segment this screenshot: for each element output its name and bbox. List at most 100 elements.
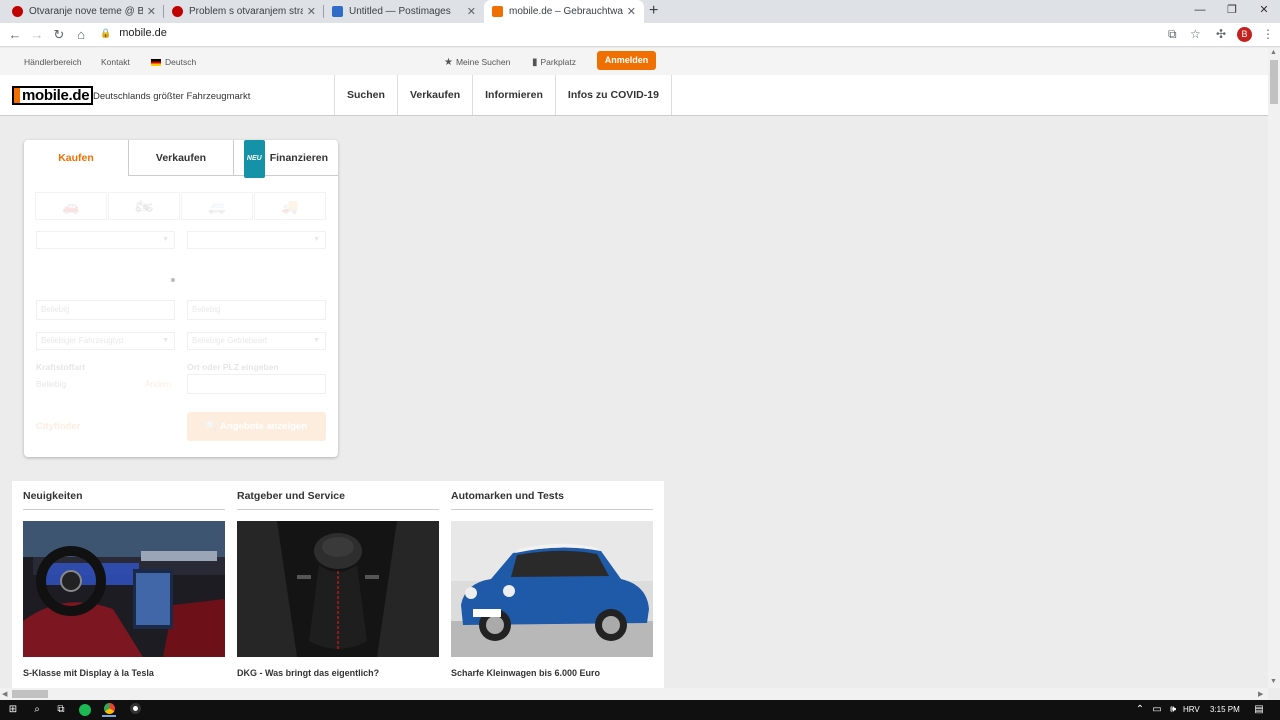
close-icon[interactable]: ✕ xyxy=(147,5,156,18)
mobile-logo[interactable]: mobile.de xyxy=(12,86,94,105)
browser-tab[interactable]: Untitled — Postimages ✕ xyxy=(324,0,484,23)
scroll-down-icon[interactable]: ▼ xyxy=(1270,678,1277,685)
scroll-thumb[interactable] xyxy=(12,690,48,698)
horizontal-scrollbar[interactable]: ◀ ▶ xyxy=(0,688,1268,700)
vertical-scrollbar[interactable]: ▲ ▼ xyxy=(1268,48,1280,688)
star-icon: ★ xyxy=(444,57,453,68)
close-window-icon[interactable]: ✕ xyxy=(1248,0,1280,23)
url-field[interactable]: 🔒 mobile.de xyxy=(100,27,167,39)
forward-arrow-icon[interactable]: → xyxy=(26,27,48,42)
input-language[interactable]: HRV xyxy=(1183,705,1200,714)
window-controls: — ❐ ✕ xyxy=(1184,0,1280,23)
reload-icon[interactable]: ↻ xyxy=(48,27,70,43)
tab-finanzieren[interactable]: NEU Finanzieren xyxy=(233,140,338,178)
news-caption[interactable]: Scharfe Kleinwagen bis 6.000 Euro xyxy=(451,668,600,678)
browser-tab-bar: Otvaranje nove teme @ Bug.hr F ✕ Problem… xyxy=(0,0,1280,23)
saved-searches-link[interactable]: ★ Meine Suchen xyxy=(444,57,510,68)
url-text: mobile.de xyxy=(119,27,167,39)
close-icon[interactable]: ✕ xyxy=(627,5,636,18)
notification-icon[interactable]: ▤ xyxy=(1252,703,1266,717)
show-offers-label: Angebote anzeigen xyxy=(220,421,308,432)
search-icon[interactable]: ⌕ xyxy=(30,703,44,717)
search-tabs: Kaufen Verkaufen NEU Finanzieren xyxy=(24,140,338,178)
show-offers-button[interactable]: 🔍 Angebote anzeigen xyxy=(187,412,326,441)
nav-suchen[interactable]: Suchen xyxy=(335,75,398,115)
vehicle-type-select[interactable]: Beliebiger Fahrzeugtyp ▼ xyxy=(36,332,175,350)
tab-title: Problem s otvaranjem stranica, n xyxy=(189,6,303,17)
cityfinder-link[interactable]: Cityfinder xyxy=(36,421,80,432)
saved-searches-label: Meine Suchen xyxy=(455,57,511,67)
restore-icon[interactable]: ❐ xyxy=(1216,0,1248,23)
clock[interactable]: 3:15 PM xyxy=(1210,705,1240,714)
bug-favicon-icon xyxy=(172,6,183,17)
home-icon[interactable]: ⌂ xyxy=(70,27,92,42)
obs-icon[interactable] xyxy=(128,703,142,717)
news-caption[interactable]: DKG - Was bringt das eigentlich? xyxy=(237,668,379,678)
volume-icon[interactable]: 🕪 xyxy=(1166,703,1180,717)
transmission-value: Beliebige Getriebeart xyxy=(192,336,268,345)
parking-link[interactable]: ▮ Parkplatz xyxy=(532,57,576,68)
browser-tab[interactable]: Otvaranje nove teme @ Bug.hr F ✕ xyxy=(4,0,164,23)
scroll-right-icon[interactable]: ▶ xyxy=(1258,690,1263,698)
news-heading: Ratgeber und Service xyxy=(237,490,345,502)
news-heading: Neuigkeiten xyxy=(23,490,83,502)
menu-dots-icon[interactable]: ⋮ xyxy=(1262,27,1274,41)
spotify-icon[interactable] xyxy=(79,704,91,716)
fuel-change-link[interactable]: Ändern xyxy=(145,380,171,389)
parking-label: Parkplatz xyxy=(540,57,576,67)
motorbike-icon[interactable]: 🏍 xyxy=(108,192,180,220)
task-view-icon[interactable]: ⧉ xyxy=(54,703,68,717)
nav-covid-info[interactable]: Infos zu COVID-19 xyxy=(556,75,672,115)
camper-icon[interactable]: 🚐 xyxy=(181,192,253,220)
close-icon[interactable]: ✕ xyxy=(307,5,316,18)
tab-title: mobile.de – Gebrauchtwagen un xyxy=(509,6,623,17)
chrome-icon[interactable] xyxy=(102,703,116,717)
bookmark-icon: ▮ xyxy=(532,57,538,68)
scroll-up-icon[interactable]: ▲ xyxy=(1270,49,1277,56)
transmission-select[interactable]: Beliebige Getriebeart ▼ xyxy=(187,332,326,350)
make-select[interactable]: ▼ xyxy=(36,231,175,249)
mercedes-interior-image[interactable] xyxy=(23,521,225,657)
close-icon[interactable]: ✕ xyxy=(467,5,476,18)
mini-cooper-image[interactable] xyxy=(451,521,653,657)
contact-link[interactable]: Kontakt xyxy=(101,57,130,67)
tray-chevron-icon[interactable]: ⌃ xyxy=(1133,703,1147,717)
location-label: Ort oder PLZ eingeben xyxy=(187,362,279,372)
translate-icon[interactable]: ⧉ xyxy=(1168,27,1177,42)
price-from-input[interactable]: Beliebig xyxy=(36,300,175,320)
news-section: Neuigkeiten S-Klasse mit Display à la Te… xyxy=(12,481,664,691)
profile-avatar[interactable]: B xyxy=(1237,27,1252,42)
postimages-favicon-icon xyxy=(332,6,343,17)
dealer-area-link[interactable]: Händlerbereich xyxy=(24,57,82,67)
news-caption[interactable]: S-Klasse mit Display à la Tesla xyxy=(23,668,154,678)
mobile-favicon-icon xyxy=(492,6,503,17)
model-select[interactable]: ▼ xyxy=(187,231,326,249)
browser-tab-active[interactable]: mobile.de – Gebrauchtwagen un ✕ xyxy=(484,0,644,23)
site-top-nav: Händlerbereich Kontakt Deutsch ★ Meine Su… xyxy=(0,48,1268,75)
nav-verkaufen[interactable]: Verkaufen xyxy=(398,75,474,115)
network-icon[interactable]: ▭ xyxy=(1150,703,1164,717)
news-heading: Automarken und Tests xyxy=(451,490,564,502)
new-tab-icon[interactable]: + xyxy=(649,2,658,20)
minimize-icon[interactable]: — xyxy=(1184,0,1216,23)
browser-tab[interactable]: Problem s otvaranjem stranica, n ✕ xyxy=(164,0,324,23)
location-input[interactable] xyxy=(187,374,326,394)
bookmark-star-icon[interactable]: ☆ xyxy=(1190,27,1201,41)
back-arrow-icon[interactable]: ← xyxy=(4,27,26,42)
windows-start-icon[interactable]: ⊞ xyxy=(6,703,20,717)
extensions-puzzle-icon[interactable]: ✣ xyxy=(1216,27,1226,41)
nav-informieren[interactable]: Informieren xyxy=(473,75,556,115)
tab-kaufen[interactable]: Kaufen xyxy=(24,140,128,176)
price-to-input[interactable]: Beliebig xyxy=(187,300,326,320)
login-button[interactable]: Anmelden xyxy=(597,51,656,70)
tab-title: Otvaranje nove teme @ Bug.hr F xyxy=(29,6,143,17)
scroll-thumb[interactable] xyxy=(1270,60,1278,104)
car-icon[interactable]: 🚗 xyxy=(35,192,107,220)
scroll-left-icon[interactable]: ◀ xyxy=(2,690,7,698)
tagline: Deutschlands größter Fahrzeugmarkt xyxy=(93,91,251,102)
tab-verkaufen[interactable]: Verkaufen xyxy=(128,140,233,176)
gear-shifter-image[interactable] xyxy=(237,521,439,657)
truck-icon[interactable]: 🚚 xyxy=(254,192,326,220)
german-flag-icon xyxy=(151,59,161,66)
language-selector[interactable]: Deutsch xyxy=(151,57,196,67)
